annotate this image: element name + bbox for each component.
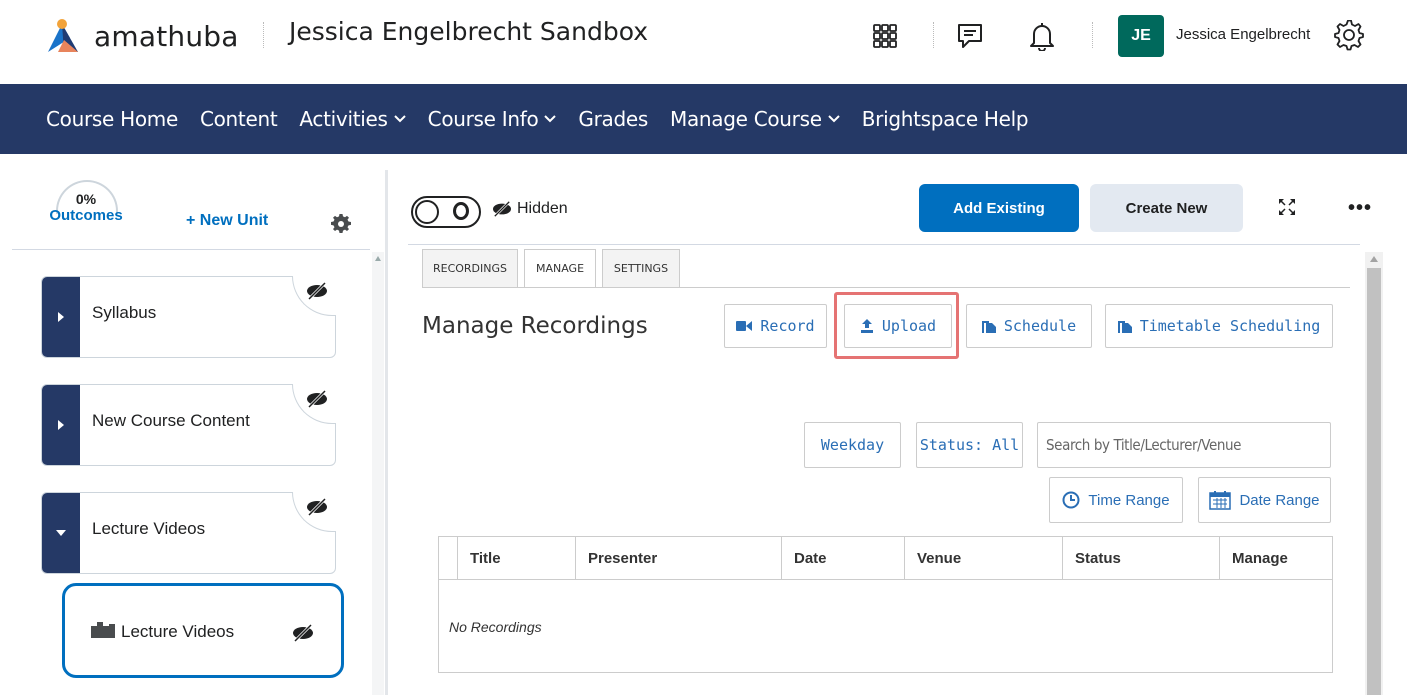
video-camera-icon [736, 321, 753, 331]
waffle-menu-icon[interactable] [869, 20, 901, 52]
timetable-scheduling-button[interactable]: Timetable Scheduling [1105, 304, 1333, 348]
caret-right-icon [58, 420, 64, 430]
scroll-up-arrow-icon[interactable] [1370, 256, 1378, 262]
header-divider [1092, 22, 1093, 48]
collapse-toggle[interactable] [42, 493, 80, 573]
column-header-date[interactable]: Date [781, 537, 904, 580]
nav-course-info[interactable]: Course Info [428, 107, 557, 131]
visibility-toggle[interactable] [411, 196, 481, 228]
toc-settings-gear-icon[interactable] [331, 213, 351, 239]
calendar-icon [1209, 491, 1232, 510]
settings-gear-icon[interactable] [1333, 20, 1365, 52]
content-scrollbar[interactable] [1365, 252, 1383, 695]
toc-scrollbar[interactable] [372, 252, 384, 695]
lesson-card-lecture-videos[interactable]: Lecture Videos [62, 583, 344, 678]
visibility-status: Hidden [491, 200, 568, 218]
add-existing-button[interactable]: Add Existing [919, 184, 1079, 232]
unit-card-syllabus[interactable]: Syllabus [41, 276, 336, 358]
clock-icon [1062, 491, 1080, 509]
expand-toggle[interactable] [42, 385, 80, 465]
recordings-table: Title Presenter Date Venue Status Manage… [438, 536, 1333, 673]
nav-manage-course[interactable]: Manage Course [670, 107, 840, 131]
outcomes-percent: 0% [75, 191, 97, 207]
lesson-label: Lecture Videos [121, 622, 235, 641]
status-filter-button[interactable]: Status: All [916, 422, 1023, 468]
nav-brightspace-help[interactable]: Brightspace Help [862, 107, 1029, 131]
nav-activities[interactable]: Activities [299, 107, 406, 131]
bell-icon[interactable] [1026, 20, 1058, 52]
date-range-button[interactable]: Date Range [1198, 477, 1331, 523]
nav-grades[interactable]: Grades [578, 107, 648, 131]
fullscreen-icon[interactable] [1278, 198, 1296, 221]
tab-recordings[interactable]: RECORDINGS [422, 249, 518, 287]
column-header-presenter[interactable]: Presenter [575, 537, 784, 580]
column-header-title[interactable]: Title [457, 537, 575, 580]
chevron-down-icon [393, 115, 406, 123]
schedule-copy-icon [981, 321, 996, 333]
course-title[interactable]: Jessica Engelbrecht Sandbox [289, 17, 648, 46]
scrollbar-thumb[interactable] [1367, 268, 1381, 695]
chevron-down-icon [544, 115, 557, 123]
header-divider [263, 22, 264, 48]
tabs-divider [422, 287, 1350, 288]
toggle-knob [415, 200, 439, 224]
column-header-status[interactable]: Status [1062, 537, 1219, 580]
search-input[interactable] [1037, 422, 1331, 468]
amathuba-logo-icon [48, 19, 78, 52]
column-header-venue[interactable]: Venue [904, 537, 1062, 580]
expand-toggle[interactable] [42, 277, 80, 357]
outcomes-label: Outcomes [49, 207, 123, 224]
nav-course-home[interactable]: Course Home [46, 107, 178, 131]
top-header: amathuba Jessica Engelbrecht Sandbox JE … [0, 0, 1407, 84]
record-button[interactable]: Record [724, 304, 827, 348]
hidden-eye-icon [305, 389, 329, 414]
avatar[interactable]: JE [1118, 15, 1164, 57]
column-header-manage[interactable]: Manage [1219, 537, 1332, 580]
unit-label: Lecture Videos [92, 519, 206, 538]
table-header: Title Presenter Date Venue Status Manage [439, 537, 1332, 580]
time-range-button[interactable]: Time Range [1049, 477, 1183, 523]
tab-manage[interactable]: MANAGE [524, 249, 596, 287]
scroll-up-arrow-icon[interactable] [375, 256, 381, 261]
chevron-down-icon [828, 115, 840, 123]
upload-highlight-box [834, 292, 959, 359]
header-divider [933, 22, 934, 48]
toc-divider [12, 249, 370, 250]
hidden-eye-icon [305, 497, 329, 522]
unit-label: New Course Content [92, 411, 250, 430]
caret-down-icon [56, 530, 66, 536]
outcomes-progress[interactable]: 0% Outcomes [46, 180, 126, 224]
toggle-off-indicator [453, 202, 469, 220]
timetable-copy-icon [1117, 321, 1132, 333]
hidden-eye-icon [493, 200, 511, 218]
caret-right-icon [58, 312, 64, 322]
tool-tabs: RECORDINGS MANAGE SETTINGS [422, 249, 686, 287]
tab-settings[interactable]: SETTINGS [602, 249, 680, 287]
page-title: Manage Recordings [422, 313, 648, 339]
unit-card-new-course-content[interactable]: New Course Content [41, 384, 336, 466]
course-navbar: Course Home Content Activities Course In… [0, 84, 1407, 154]
visibility-label: Hidden [517, 200, 568, 217]
empty-table-message: No Recordings [449, 619, 542, 635]
user-name[interactable]: Jessica Engelbrecht [1176, 26, 1310, 43]
unit-label: Syllabus [92, 303, 157, 322]
more-options-icon[interactable]: ••• [1348, 197, 1372, 220]
new-unit-button[interactable]: + New Unit [186, 212, 268, 230]
chat-icon[interactable] [954, 20, 986, 52]
nav-content[interactable]: Content [200, 107, 278, 131]
pane-resize-handle[interactable] [385, 170, 388, 695]
brand-logo[interactable]: amathuba [44, 16, 239, 56]
schedule-button[interactable]: Schedule [966, 304, 1092, 348]
unit-card-lecture-videos[interactable]: Lecture Videos [41, 492, 336, 574]
hidden-eye-icon [291, 623, 315, 648]
create-new-button[interactable]: Create New [1090, 184, 1243, 232]
weekday-filter-button[interactable]: Weekday [804, 422, 901, 468]
lesson-blocks-icon [89, 620, 117, 645]
hidden-eye-icon [305, 281, 329, 306]
brand-name: amathuba [94, 19, 239, 53]
